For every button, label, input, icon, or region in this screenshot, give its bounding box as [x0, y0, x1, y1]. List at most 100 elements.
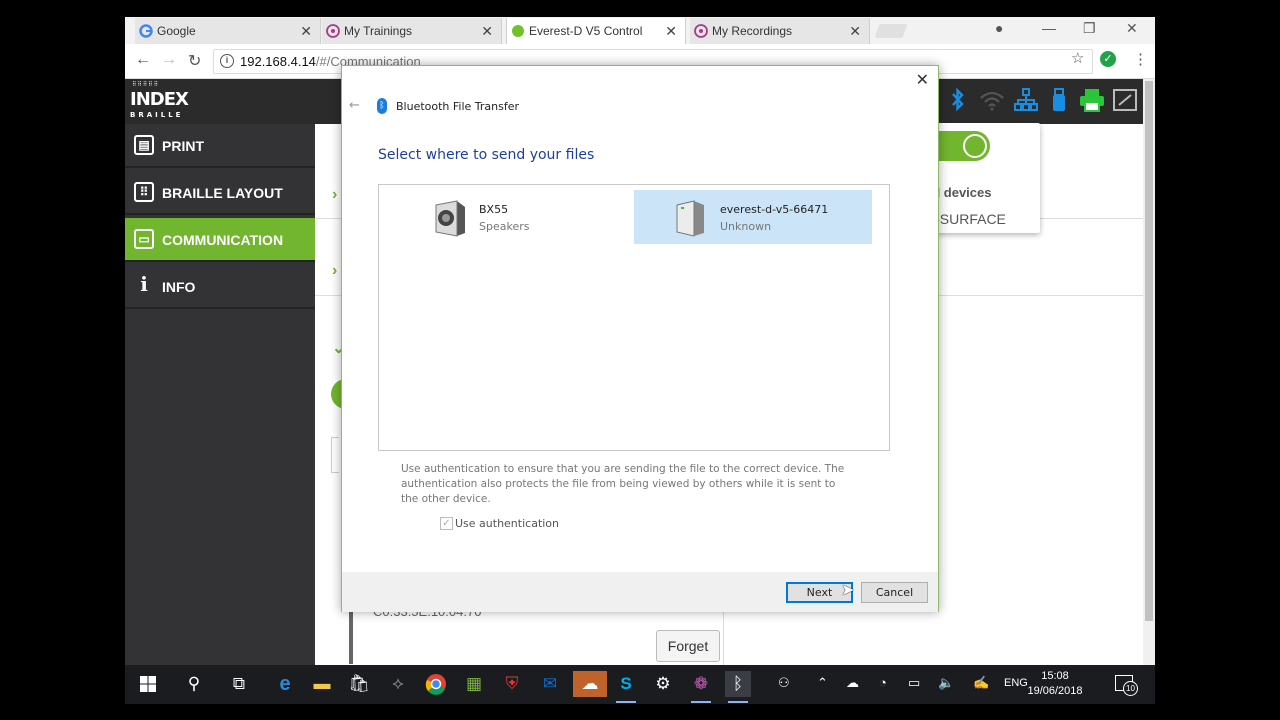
- index-braille-logo: ⠿⠿⠿⠿⠿ INDEX BRAILLE: [130, 81, 189, 119]
- sidebar-item-label: COMMUNICATION: [162, 232, 284, 248]
- battery-icon[interactable]: ▭: [908, 675, 920, 691]
- cancel-button[interactable]: Cancel: [861, 582, 928, 603]
- tab-label: My Trainings: [344, 24, 413, 38]
- bluetooth-icon[interactable]: [949, 87, 967, 113]
- browser-tab-strip: Google ✕ My Trainings ✕ Everest-D V5 Con…: [125, 17, 1155, 44]
- speaker-icon: [435, 200, 465, 237]
- people-icon[interactable]: ⚇: [778, 675, 790, 691]
- close-icon[interactable]: ✕: [300, 18, 312, 44]
- network-icon[interactable]: [1014, 87, 1038, 113]
- task-view-icon[interactable]: ⧉: [226, 671, 252, 697]
- store-icon[interactable]: 🛍: [346, 671, 372, 697]
- usb-icon[interactable]: [1049, 87, 1069, 113]
- chevron-icon[interactable]: ›: [332, 186, 337, 204]
- forward-icon[interactable]: →: [161, 51, 177, 69]
- device-type: Unknown: [720, 220, 772, 233]
- browser-menu-icon[interactable]: ⋮: [1133, 50, 1148, 68]
- close-icon[interactable]: ✕: [665, 18, 677, 44]
- tab-label: Everest-D V5 Control: [529, 24, 643, 38]
- onedrive-icon[interactable]: ☁: [573, 671, 607, 697]
- file-explorer-icon[interactable]: ▬: [309, 671, 335, 697]
- bookmark-star-icon[interactable]: ☆: [1071, 49, 1084, 67]
- notifications-icon[interactable]: 10: [1115, 675, 1138, 696]
- new-tab-button[interactable]: [874, 24, 908, 38]
- security-icon[interactable]: ⛨: [499, 671, 525, 697]
- layout-icon: ⠿: [134, 182, 154, 202]
- chat-icon: ▭: [134, 229, 154, 249]
- outlook-icon[interactable]: ✉: [537, 671, 563, 697]
- scrollbar-thumb[interactable]: [1145, 81, 1153, 621]
- extension-check-icon[interactable]: ✓: [1100, 51, 1116, 67]
- sidebar-item-info[interactable]: i INFO: [125, 265, 315, 309]
- fullscreen-icon[interactable]: [1113, 87, 1137, 113]
- wifi-icon[interactable]: ◔: [879, 675, 887, 690]
- reload-icon[interactable]: ↻: [188, 51, 201, 71]
- sidebar: ▤ PRINT ⠿ BRAILLE LAYOUT ▭ COMMUNICATION…: [125, 124, 315, 704]
- chevron-up-icon[interactable]: ⌃: [817, 675, 828, 691]
- close-icon[interactable]: ✕: [916, 70, 929, 89]
- minimize-icon[interactable]: —: [1042, 20, 1056, 36]
- date: 19/06/2018: [1027, 685, 1083, 697]
- device-name: BX55: [479, 203, 509, 216]
- page-scrollbar[interactable]: [1143, 79, 1155, 704]
- windows-start-icon[interactable]: [135, 671, 161, 697]
- input-edge: [331, 437, 339, 473]
- window-close-icon[interactable]: ✕: [1126, 20, 1138, 37]
- restore-icon[interactable]: ❐: [1083, 20, 1096, 37]
- search-icon[interactable]: ⚲: [181, 671, 207, 697]
- url-host: 192.168.4.14: [240, 54, 316, 69]
- notification-count: 10: [1123, 681, 1138, 696]
- wifi-icon[interactable]: [979, 87, 1005, 113]
- time: 15:08: [1041, 670, 1069, 682]
- app-icon[interactable]: ⟡: [385, 671, 411, 697]
- sidebar-item-braille-layout[interactable]: ⠿ BRAILLE LAYOUT: [125, 171, 315, 215]
- forget-button[interactable]: Forget: [656, 630, 720, 662]
- bluetooth-file-transfer-dialog: ✕ ← ᛒ Bluetooth File Transfer Select whe…: [341, 65, 939, 612]
- printer-icon: ▤: [134, 135, 154, 155]
- site-info-icon[interactable]: i: [220, 54, 234, 68]
- chevron-icon[interactable]: ›: [332, 262, 337, 280]
- tab-everest-control[interactable]: Everest-D V5 Control ✕: [506, 18, 686, 44]
- clock[interactable]: 15:08 19/06/2018: [1023, 669, 1087, 699]
- chrome-icon[interactable]: [423, 671, 449, 697]
- toggle-knob: [963, 134, 987, 158]
- sidebar-item-label: PRINT: [162, 138, 204, 154]
- skype-icon[interactable]: S: [613, 671, 639, 703]
- use-authentication-label: Use authentication: [455, 517, 560, 530]
- app-icon[interactable]: ❁: [688, 671, 714, 703]
- device-list: BX55 Speakers everest-d-v5-66471 Unknown: [378, 184, 890, 451]
- printer-status-icon[interactable]: [1079, 87, 1105, 113]
- tab-my-trainings[interactable]: My Trainings ✕: [322, 18, 502, 44]
- device-item-everest[interactable]: everest-d-v5-66471 Unknown: [634, 190, 872, 244]
- profile-icon[interactable]: ●: [995, 20, 1003, 36]
- windows-taskbar: ⚲ ⧉ e ▬ 🛍 ⟡ ▦ ⛨ ✉ ☁ S ⚙ ❁ ᛒ ⚇ ⌃ ☁ ◔ ▭ 🔈 …: [125, 665, 1155, 704]
- recordings-icon: [694, 24, 708, 38]
- volume-icon[interactable]: 🔈: [938, 675, 954, 691]
- dialog-title: Bluetooth File Transfer: [396, 100, 520, 113]
- sidebar-item-label: BRAILLE LAYOUT: [162, 185, 283, 201]
- close-icon[interactable]: ✕: [849, 18, 861, 44]
- settings-gear-icon[interactable]: ⚙: [650, 671, 676, 697]
- sidebar-item-print[interactable]: ▤ PRINT: [125, 124, 315, 168]
- pen-icon[interactable]: ✍: [973, 675, 989, 691]
- use-authentication-checkbox[interactable]: ✓: [440, 517, 453, 530]
- bluetooth-taskbar-icon[interactable]: ᛒ: [725, 671, 751, 703]
- device-name: everest-d-v5-66471: [720, 203, 829, 216]
- back-arrow-icon[interactable]: ←: [349, 98, 360, 113]
- tab-google[interactable]: Google ✕: [135, 18, 321, 44]
- screen: Google ✕ My Trainings ✕ Everest-D V5 Con…: [125, 17, 1155, 704]
- sidebar-item-communication[interactable]: ▭ COMMUNICATION: [125, 218, 315, 262]
- tab-label: My Recordings: [712, 24, 793, 38]
- device-item-bx55[interactable]: BX55 Speakers: [396, 190, 634, 244]
- back-icon[interactable]: ←: [135, 51, 151, 69]
- bluetooth-icon: ᛒ: [377, 98, 387, 114]
- tab-my-recordings[interactable]: My Recordings ✕: [690, 18, 870, 44]
- app-icon[interactable]: ▦: [461, 671, 487, 697]
- cloud-icon[interactable]: ☁: [846, 675, 859, 691]
- bluetooth-popover: ON ed devices N-SURFACE: [923, 123, 1040, 233]
- edge-icon[interactable]: e: [272, 671, 298, 697]
- green-dot-icon: [512, 25, 524, 37]
- device-icon: [676, 200, 704, 237]
- info-icon: i: [140, 272, 148, 296]
- close-icon[interactable]: ✕: [481, 18, 493, 44]
